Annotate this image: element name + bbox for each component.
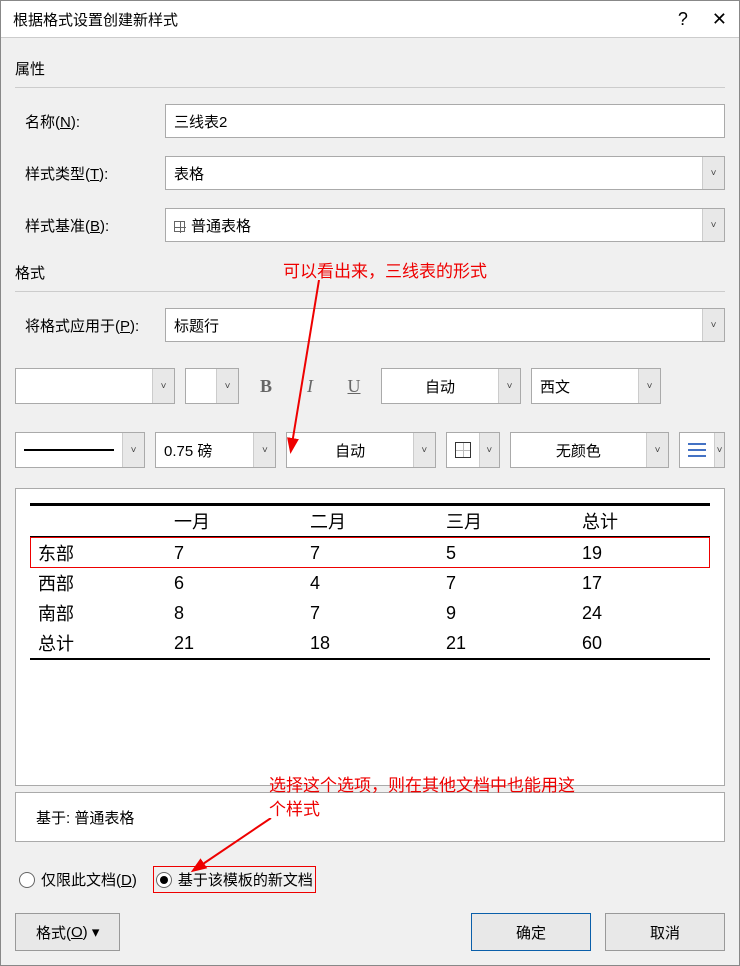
close-button[interactable]: ✕	[712, 9, 727, 30]
style-based-label: 样式基准(B):	[15, 215, 165, 236]
line-color-value: 自动	[287, 440, 412, 461]
italic-button[interactable]: I	[293, 368, 327, 404]
line-weight-value: 0.75 磅	[156, 440, 253, 461]
divider	[15, 87, 725, 88]
chevron-down-icon: ˅	[702, 157, 724, 189]
chevron-down-icon: ˅	[702, 309, 724, 341]
font-size-select[interactable]: ˅	[185, 368, 239, 404]
radio-highlight-box: 基于该模板的新文档	[153, 866, 316, 893]
row-name: 名称(N):	[15, 104, 725, 138]
preview-table: 一月 二月 三月 总计 东部 7 7 5 19 西部	[30, 503, 710, 660]
name-label: 名称(N):	[15, 111, 165, 132]
font-toolbar: ˅ ˅ B I U 自动 ˅ 西文 ˅	[15, 368, 725, 404]
scope-radio-group: 仅限此文档(D) 基于该模板的新文档	[19, 866, 725, 893]
script-value: 西文	[532, 376, 638, 397]
chevron-down-icon: ˅	[122, 433, 144, 467]
ok-button[interactable]: 确定	[471, 913, 591, 951]
border-toolbar: ˅ 0.75 磅 ˅ 自动 ˅ ˅ 无颜色 ˅ ˅	[15, 432, 725, 468]
line-style-icon	[16, 449, 122, 451]
chevron-down-icon: ˅	[498, 369, 520, 403]
style-description: 基于: 普通表格	[15, 792, 725, 842]
chevron-down-icon: ˅	[152, 369, 174, 403]
chevron-down-icon: ˅	[253, 433, 275, 467]
apply-to-label: 将格式应用于(P):	[15, 315, 165, 336]
radio-only-this-document[interactable]: 仅限此文档(D)	[19, 869, 137, 890]
bold-button[interactable]: B	[249, 368, 283, 404]
style-based-value: 普通表格	[174, 215, 251, 236]
radio-label: 仅限此文档(D)	[41, 869, 137, 890]
radio-icon	[156, 872, 172, 888]
apply-to-value: 标题行	[174, 315, 219, 336]
fill-color-select[interactable]: 无颜色 ˅	[510, 432, 669, 468]
radio-label: 基于该模板的新文档	[178, 869, 313, 890]
radio-new-docs-template[interactable]: 基于该模板的新文档	[156, 869, 313, 890]
table-row: 总计 21 18 21 60	[30, 628, 710, 659]
cancel-button[interactable]: 取消	[605, 913, 725, 951]
font-name-select[interactable]: ˅	[15, 368, 175, 404]
script-select[interactable]: 西文 ˅	[531, 368, 661, 404]
divider	[15, 291, 725, 292]
fill-color-value: 无颜色	[511, 440, 646, 461]
table-row: 西部 6 4 7 17	[30, 568, 710, 598]
table-row: 东部 7 7 5 19	[30, 537, 710, 568]
chevron-down-icon: ˅	[216, 369, 238, 403]
underline-button[interactable]: U	[337, 368, 371, 404]
preview-panel: 一月 二月 三月 总计 东部 7 7 5 19 西部	[15, 488, 725, 786]
dialog-button-row: 格式(O) ▾ 确定 取消	[15, 913, 725, 951]
row-style-based: 样式基准(B): 普通表格 ˅	[15, 208, 725, 242]
style-type-value: 表格	[174, 163, 204, 184]
format-menu-button[interactable]: 格式(O) ▾	[15, 913, 120, 951]
dialog-content: 属性 名称(N): 样式类型(T): 表格 ˅ 样式基准(B): 普通表格 ˅ …	[1, 38, 739, 965]
line-style-select[interactable]: ˅	[15, 432, 145, 468]
chevron-down-icon: ˅	[479, 433, 499, 467]
borders-select[interactable]: ˅	[446, 432, 500, 468]
borders-icon	[447, 442, 479, 458]
name-input[interactable]	[165, 104, 725, 138]
chevron-down-icon: ˅	[714, 433, 724, 467]
table-icon	[174, 221, 185, 232]
chevron-down-icon: ˅	[702, 209, 724, 241]
more-options-select[interactable]: ˅	[679, 432, 725, 468]
chevron-down-icon: ˅	[638, 369, 660, 403]
row-apply-to: 将格式应用于(P): 标题行 ˅	[15, 308, 725, 342]
style-type-select[interactable]: 表格 ˅	[165, 156, 725, 190]
style-type-label: 样式类型(T):	[15, 163, 165, 184]
table-header-row: 一月 二月 三月 总计	[30, 505, 710, 538]
titlebar-controls: ? ✕	[678, 9, 727, 30]
chevron-down-icon: ˅	[413, 433, 435, 467]
dialog: 根据格式设置创建新样式 ? ✕ 属性 名称(N): 样式类型(T): 表格 ˅ …	[0, 0, 740, 966]
line-color-select[interactable]: 自动 ˅	[286, 432, 435, 468]
apply-to-select[interactable]: 标题行 ˅	[165, 308, 725, 342]
radio-icon	[19, 872, 35, 888]
titlebar: 根据格式设置创建新样式 ? ✕	[1, 1, 739, 38]
dialog-title: 根据格式设置创建新样式	[13, 9, 178, 30]
hamburger-icon	[680, 443, 714, 457]
font-color-select[interactable]: 自动 ˅	[381, 368, 521, 404]
section-formatting-label: 格式	[15, 262, 725, 285]
row-style-type: 样式类型(T): 表格 ˅	[15, 156, 725, 190]
section-properties-label: 属性	[15, 58, 725, 81]
chevron-down-icon: ˅	[646, 433, 668, 467]
line-weight-select[interactable]: 0.75 磅 ˅	[155, 432, 276, 468]
table-row: 南部 8 7 9 24	[30, 598, 710, 628]
font-color-value: 自动	[382, 376, 498, 397]
style-based-select[interactable]: 普通表格 ˅	[165, 208, 725, 242]
help-button[interactable]: ?	[678, 9, 688, 30]
